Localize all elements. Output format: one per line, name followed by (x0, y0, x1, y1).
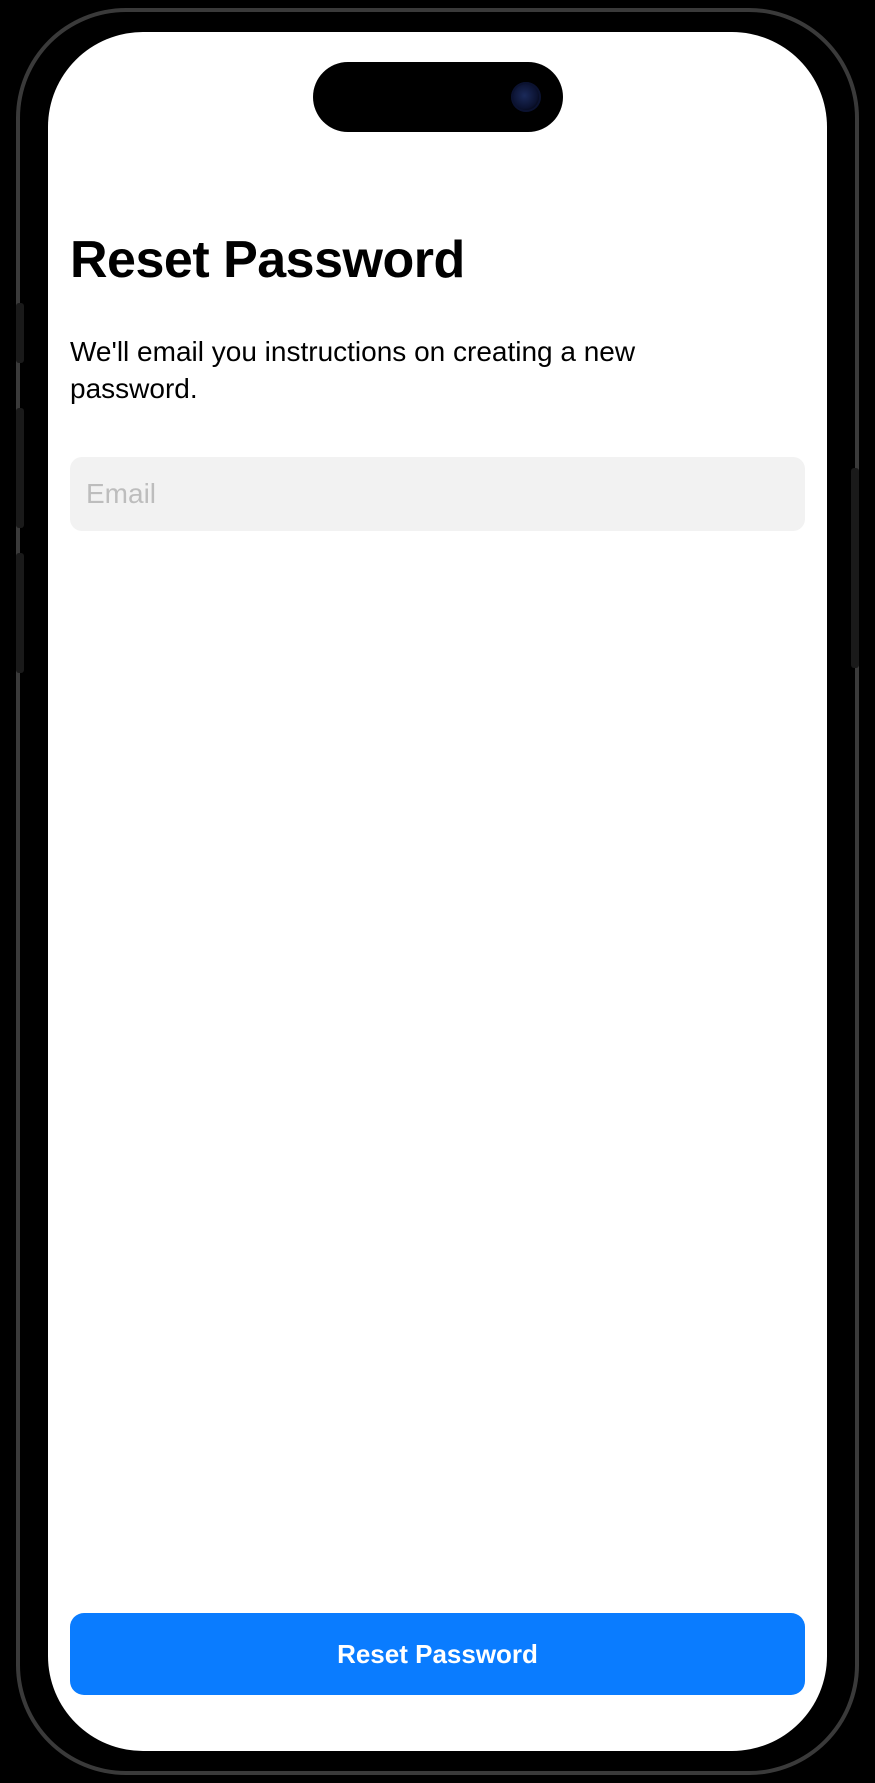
device-frame: Reset Password We'll email you instructi… (16, 8, 859, 1775)
device-power-button (851, 468, 859, 668)
device-volume-up-button (16, 408, 24, 528)
page-title: Reset Password (70, 232, 805, 289)
device-side-button (16, 303, 24, 363)
screen: Reset Password We'll email you instructi… (48, 32, 827, 1751)
content-area: Reset Password We'll email you instructi… (48, 32, 827, 1751)
reset-password-button[interactable]: Reset Password (70, 1613, 805, 1695)
device-volume-down-button (16, 553, 24, 673)
flex-spacer (70, 531, 805, 1613)
email-field[interactable] (70, 457, 805, 531)
camera-icon (511, 82, 541, 112)
dynamic-island (313, 62, 563, 132)
page-subtitle: We'll email you instructions on creating… (70, 334, 650, 407)
